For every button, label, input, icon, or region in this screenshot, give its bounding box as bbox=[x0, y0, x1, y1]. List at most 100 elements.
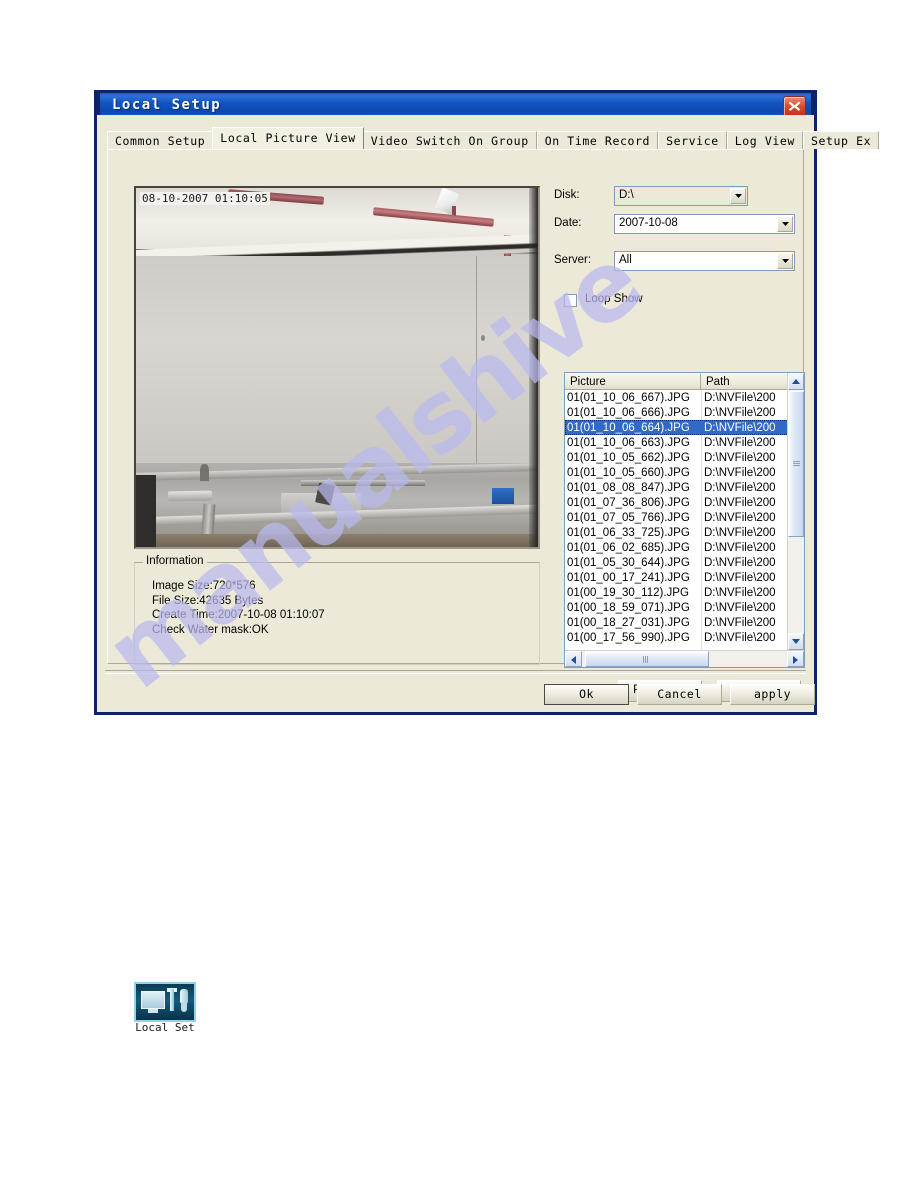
picture-list-header: Picture Path bbox=[565, 373, 804, 390]
date-row: Date: 2007-10-08 bbox=[554, 214, 804, 234]
cell-path: D:\NVFile\200 bbox=[704, 631, 776, 644]
table-row[interactable]: 01(01_06_02_685).JPG D:\NVFile\200 bbox=[565, 540, 789, 555]
table-row[interactable]: 01(01_10_05_662).JPG D:\NVFile\200 bbox=[565, 450, 789, 465]
cell-path: D:\NVFile\200 bbox=[704, 421, 776, 434]
tab-common-setup[interactable]: Common Setup bbox=[107, 131, 214, 149]
list-vertical-scroll-thumb[interactable] bbox=[788, 391, 804, 537]
picture-list[interactable]: Picture Path 01(01_10_06_667).JPG D:\NVF… bbox=[564, 372, 805, 668]
preview-faucet bbox=[200, 464, 210, 481]
dialog-title: Local Setup bbox=[112, 97, 222, 113]
chevron-down-icon[interactable] bbox=[777, 216, 793, 232]
information-lines: Image Size:720*576 File Size:42635 Bytes… bbox=[152, 579, 325, 637]
preview-dark-left bbox=[136, 475, 157, 547]
picture-list-rows: 01(01_10_06_667).JPG D:\NVFile\200 01(01… bbox=[565, 390, 789, 650]
cell-picture: 01(00_19_30_112).JPG bbox=[567, 586, 689, 599]
table-row[interactable]: 01(01_00_17_241).JPG D:\NVFile\200 bbox=[565, 570, 789, 585]
dialog-client-area: Common Setup Local Picture View Video Sw… bbox=[97, 115, 880, 712]
cell-path: D:\NVFile\200 bbox=[704, 451, 776, 464]
disk-value: D:\ bbox=[619, 189, 634, 201]
table-row[interactable]: 01(00_19_30_112).JPG D:\NVFile\200 bbox=[565, 585, 789, 600]
table-row[interactable]: 01(00_17_56_990).JPG D:\NVFile\200 bbox=[565, 630, 789, 645]
tab-on-time-record[interactable]: On Time Record bbox=[536, 131, 659, 149]
scroll-right-icon[interactable] bbox=[787, 651, 804, 667]
table-row[interactable]: 01(01_06_33_725).JPG D:\NVFile\200 bbox=[565, 525, 789, 540]
cell-path: D:\NVFile\200 bbox=[704, 616, 776, 629]
apply-button[interactable]: apply bbox=[730, 684, 815, 705]
information-group: Information Image Size:720*576 File Size… bbox=[134, 555, 540, 665]
footer-divider bbox=[105, 670, 806, 674]
server-row: Server: All bbox=[554, 251, 804, 271]
scroll-down-icon[interactable] bbox=[788, 633, 804, 650]
server-select[interactable]: All bbox=[614, 251, 795, 271]
cell-picture: 01(00_18_59_071).JPG bbox=[567, 601, 690, 614]
disk-select[interactable]: D:\ bbox=[614, 186, 748, 206]
cell-path: D:\NVFile\200 bbox=[704, 511, 776, 524]
cancel-button[interactable]: Cancel bbox=[637, 684, 722, 705]
tab-setup-ex[interactable]: Setup Ex bbox=[802, 131, 880, 149]
table-row[interactable]: 01(01_05_30_644).JPG D:\NVFile\200 bbox=[565, 555, 789, 570]
tab-service[interactable]: Service bbox=[658, 131, 727, 149]
table-row[interactable]: 01(00_18_27_031).JPG D:\NVFile\200 bbox=[565, 615, 789, 630]
cell-picture: 01(01_07_36_806).JPG bbox=[567, 496, 690, 509]
cell-path: D:\NVFile\200 bbox=[704, 391, 776, 404]
cell-path: D:\NVFile\200 bbox=[704, 496, 776, 509]
disk-label: Disk: bbox=[554, 189, 580, 201]
preview-handle bbox=[168, 490, 213, 502]
info-image-size: Image Size:720*576 bbox=[152, 580, 256, 592]
info-check-water-mask: Check Water mask:OK bbox=[152, 623, 269, 636]
list-horizontal-scrollbar[interactable] bbox=[565, 650, 804, 667]
cell-picture: 01(01_10_05_660).JPG bbox=[567, 466, 690, 479]
column-header-path[interactable]: Path bbox=[701, 373, 789, 390]
table-row-selected[interactable]: 01(01_10_06_664).JPG D:\NVFile\200 bbox=[565, 420, 789, 435]
monitor-icon bbox=[141, 991, 165, 1009]
table-row[interactable]: 01(01_08_08_847).JPG D:\NVFile\200 bbox=[565, 480, 789, 495]
ok-button[interactable]: Ok bbox=[544, 684, 629, 705]
list-vertical-scrollbar[interactable] bbox=[787, 373, 804, 650]
cell-picture: 01(01_08_08_847).JPG bbox=[567, 481, 690, 494]
date-select[interactable]: 2007-10-08 bbox=[614, 214, 795, 234]
cell-path: D:\NVFile\200 bbox=[704, 571, 776, 584]
table-row[interactable]: 01(00_18_59_071).JPG D:\NVFile\200 bbox=[565, 600, 789, 615]
cell-picture: 01(00_17_56_990).JPG bbox=[567, 631, 690, 644]
server-label: Server: bbox=[554, 254, 592, 266]
cell-path: D:\NVFile\200 bbox=[704, 481, 776, 494]
cell-picture: 01(01_07_05_766).JPG bbox=[567, 511, 690, 524]
table-row[interactable]: 01(01_10_06_663).JPG D:\NVFile\200 bbox=[565, 435, 789, 450]
local-setup-icon-label: Local Set bbox=[135, 1021, 195, 1034]
wrench-icon bbox=[170, 989, 174, 1011]
cell-picture: 01(01_10_06_663).JPG bbox=[567, 436, 690, 449]
local-setup-icon[interactable]: Local Set bbox=[134, 982, 196, 1036]
information-legend: Information bbox=[143, 555, 207, 567]
date-label: Date: bbox=[554, 217, 582, 229]
scroll-thumb-grip bbox=[793, 461, 800, 466]
cell-path: D:\NVFile\200 bbox=[704, 526, 776, 539]
column-header-picture[interactable]: Picture bbox=[565, 373, 701, 390]
chevron-down-icon[interactable] bbox=[730, 188, 746, 204]
picture-preview[interactable]: 08-10-2007 01:10:05 bbox=[134, 186, 540, 549]
info-file-size: File Size:42635 Bytes bbox=[152, 594, 264, 607]
cell-picture: 01(01_10_05_662).JPG bbox=[567, 451, 690, 464]
scroll-left-icon[interactable] bbox=[565, 651, 582, 667]
loop-show-checkbox[interactable] bbox=[564, 294, 577, 307]
preview-timestamp-overlay: 08-10-2007 01:10:05 bbox=[140, 192, 270, 205]
table-row[interactable]: 01(01_10_05_660).JPG D:\NVFile\200 bbox=[565, 465, 789, 480]
list-horizontal-scroll-thumb[interactable] bbox=[585, 651, 709, 667]
cell-path: D:\NVFile\200 bbox=[704, 466, 776, 479]
preview-wall-mark bbox=[480, 335, 485, 342]
cell-picture: 01(01_06_33_725).JPG bbox=[567, 526, 690, 539]
dialog-titlebar[interactable]: Local Setup bbox=[97, 90, 814, 118]
local-picture-view-panel: 08-10-2007 01:10:05 Information Image Si… bbox=[107, 149, 805, 702]
info-create-time: Create Time:2007-10-08 01:10:07 bbox=[152, 609, 325, 621]
table-row[interactable]: 01(01_10_06_666).JPG D:\NVFile\200 bbox=[565, 405, 789, 420]
local-setup-icon-graphic[interactable] bbox=[134, 982, 196, 1022]
scroll-up-icon[interactable] bbox=[788, 373, 804, 390]
table-row[interactable]: 01(01_10_06_667).JPG D:\NVFile\200 bbox=[565, 390, 789, 405]
tab-local-picture-view[interactable]: Local Picture View bbox=[212, 127, 364, 149]
table-row[interactable]: 01(01_07_36_806).JPG D:\NVFile\200 bbox=[565, 495, 789, 510]
table-row[interactable]: 01(01_07_05_766).JPG D:\NVFile\200 bbox=[565, 510, 789, 525]
tab-video-switch-on-group[interactable]: Video Switch On Group bbox=[362, 131, 537, 149]
chevron-down-icon[interactable] bbox=[777, 253, 793, 269]
loop-show-label[interactable]: Loop Show bbox=[585, 293, 643, 305]
cell-path: D:\NVFile\200 bbox=[704, 586, 776, 599]
tab-log-view[interactable]: Log View bbox=[726, 131, 803, 149]
